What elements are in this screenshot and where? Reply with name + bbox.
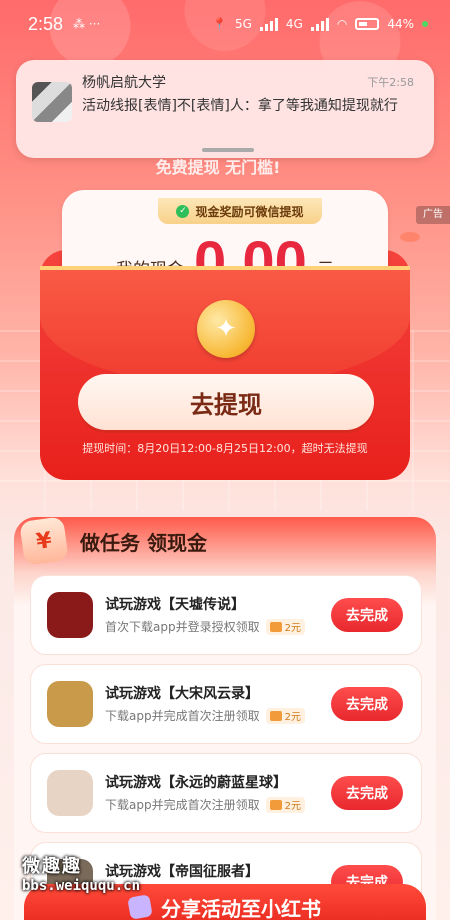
game-icon-tianxu [47, 592, 93, 638]
notification-time: 下午2:58 [367, 76, 414, 89]
red-envelope: ✓ 现金奖励可微信提现 我的现金 0.00 元 ✦ 去提现 提现时间：8月20日… [40, 190, 410, 480]
task-item: 试玩游戏【永远的蔚蓝星球】 下载app并完成首次注册领取 2元 去完成 [30, 753, 422, 833]
complete-task-button[interactable]: 去完成 [331, 598, 403, 632]
yen-icon: ¥ [19, 516, 69, 566]
complete-task-button[interactable]: 去完成 [331, 776, 403, 810]
reward-amount: 2元 [284, 712, 301, 723]
reward-amount: 2元 [284, 623, 301, 634]
cash-banner: ✓ 现金奖励可微信提现 [158, 198, 322, 224]
task-name: 试玩游戏【永远的蔚蓝星球】 [105, 775, 287, 791]
wallet-icon [269, 799, 282, 810]
network-4g-label: 4G [285, 17, 303, 31]
task-name: 试玩游戏【天墟传说】 [105, 597, 245, 613]
wallet-icon [269, 621, 282, 632]
confetti-decoration [400, 232, 420, 242]
task-title-part2: 领现金 [146, 530, 207, 555]
peek-banner-text: 免费提现 无门槛! [155, 158, 281, 177]
withdraw-time-note: 提现时间：8月20日12:00-8月25日12:00，超时无法提现 [82, 442, 368, 455]
game-icon-dasong [47, 681, 93, 727]
status-time: 2:58 [28, 13, 64, 34]
notification-title: 杨帆启航大学 [82, 75, 166, 91]
reward-chip: 2元 [265, 796, 305, 813]
watermark: 微趣趣 bbs.weiququ.cn [22, 852, 140, 894]
task-title: 做任务 领现金 [80, 527, 207, 556]
task-name: 试玩游戏【大宋风云录】 [105, 686, 259, 702]
task-desc-text: 下载app并完成首次注册领取 [105, 709, 260, 723]
game-icon-weilan [47, 770, 93, 816]
task-desc: 下载app并完成首次注册领取 2元 [105, 796, 305, 813]
battery-percent: 44% [387, 17, 414, 31]
network-5g-label: 5G [234, 17, 252, 31]
check-icon: ✓ [176, 204, 190, 218]
task-item: 试玩游戏【天墟传说】 首次下载app并登录授权领取 2元 去完成 [30, 575, 422, 655]
wallet-icon [269, 710, 282, 721]
status-bar: 2:58 ⁂ ··· 📍 5G 4G ◠ 44% [0, 0, 450, 48]
wifi-icon: ◠ [336, 17, 348, 31]
active-dot-icon [422, 21, 428, 27]
share-icon [127, 894, 153, 920]
notification-handle[interactable] [202, 148, 254, 152]
notification-body: 活动线报[表情]不[表情]人：拿了等我通知提现就行 [82, 98, 398, 114]
task-desc: 首次下载app并登录授权领取 2元 [105, 618, 305, 635]
signal-icon-2 [310, 17, 329, 31]
reward-amount: 2元 [284, 801, 301, 812]
push-notification[interactable]: 杨帆启航大学 下午2:58 活动线报[表情]不[表情]人：拿了等我通知提现就行 [16, 60, 434, 158]
watermark-line2: bbs.weiququ.cn [22, 878, 141, 894]
task-desc-text: 首次下载app并登录授权领取 [105, 620, 260, 634]
task-desc-text: 下载app并完成首次注册领取 [105, 798, 260, 812]
watermark-line1: 微趣趣 [22, 856, 82, 877]
reward-chip: 2元 [265, 707, 305, 724]
reward-chip: 2元 [265, 618, 305, 635]
share-label: 分享活动至小红书 [161, 896, 321, 920]
task-desc: 下载app并完成首次注册领取 2元 [105, 707, 305, 724]
ad-label: 广告 [416, 206, 450, 224]
complete-task-button[interactable]: 去完成 [331, 687, 403, 721]
battery-icon [355, 18, 380, 30]
task-header: ¥ 做任务 领现金 [14, 516, 436, 566]
notification-avatar [32, 82, 72, 122]
status-extra-icons: ⁂ ··· [73, 17, 101, 31]
task-item: 试玩游戏【大宋风云录】 下载app并完成首次注册领取 2元 去完成 [30, 664, 422, 744]
withdraw-button[interactable]: 去提现 [78, 374, 374, 430]
task-title-part1: 做任务 [80, 530, 140, 555]
signal-icon [259, 17, 278, 31]
star-coin-icon: ✦ [197, 300, 255, 358]
location-icon: 📍 [212, 17, 227, 31]
cash-banner-text: 现金奖励可微信提现 [195, 204, 304, 219]
